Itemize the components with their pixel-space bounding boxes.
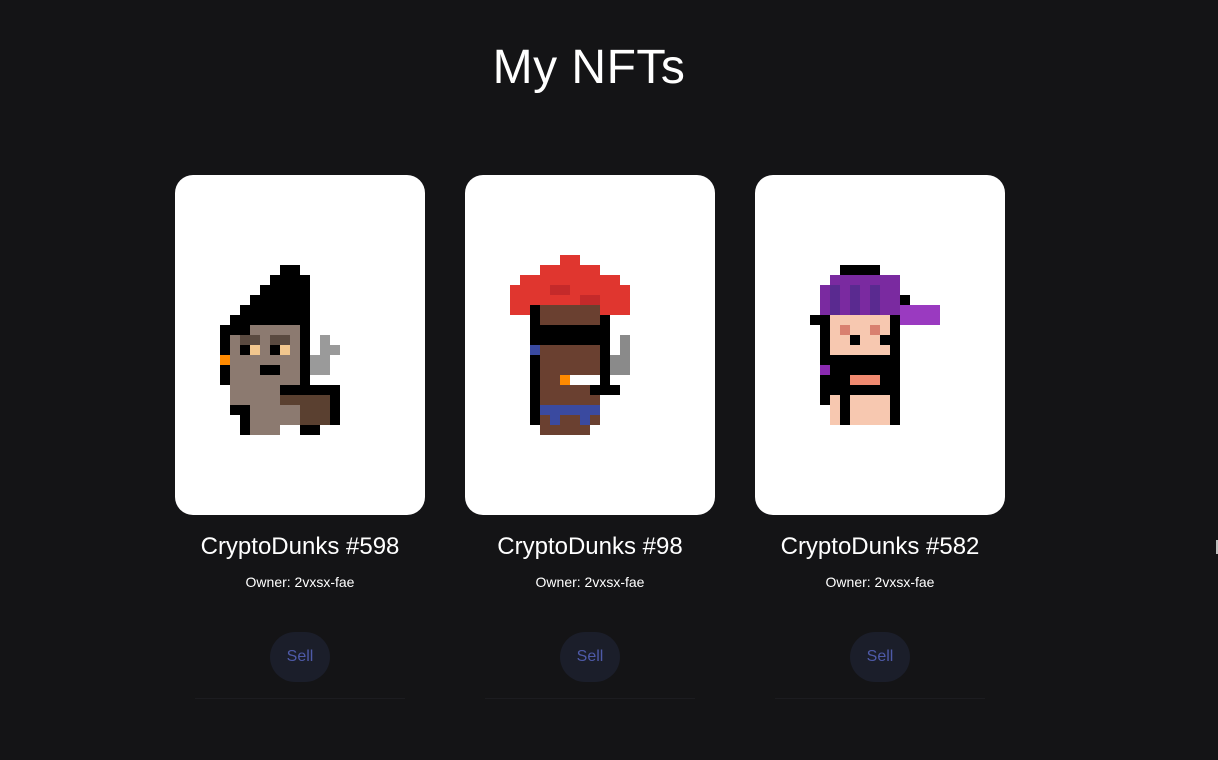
pixel-punk-red-hair-icon: [510, 255, 630, 435]
sell-button[interactable]: Sell: [560, 632, 620, 682]
nft-name: CryptoDunks #582: [780, 533, 980, 560]
pixel-punk-pipe-icon: [220, 265, 340, 435]
nft-owner: Owner: 2vxsx-fae: [245, 574, 355, 590]
divider: [485, 698, 695, 699]
nft-card: CryptoDunks #582 Owner: 2vxsx-fae Sell: [755, 175, 1005, 699]
nft-image[interactable]: [465, 175, 715, 515]
nft-image[interactable]: [755, 175, 1005, 515]
sell-button[interactable]: Sell: [270, 632, 330, 682]
nft-owner: Owner: 2vxsx-fae: [825, 574, 935, 590]
pixel-punk-cap-icon: [810, 265, 940, 425]
nft-card: CryptoDunks #98 Owner: 2vxsx-fae Sell: [465, 175, 715, 699]
nft-owner: Owner: 2vxsx-fae: [535, 574, 645, 590]
nft-name: CryptoDunks #598: [200, 533, 400, 560]
page-title: My NFTs: [492, 41, 686, 94]
sell-button[interactable]: Sell: [850, 632, 910, 682]
divider: [775, 698, 985, 699]
divider: [195, 698, 405, 699]
nft-card: CryptoDunks #598 Owner: 2vxsx-fae Sell: [175, 175, 425, 699]
nft-grid: CryptoDunks #598 Owner: 2vxsx-fae Sell C…: [175, 175, 1005, 699]
nft-image[interactable]: [175, 175, 425, 515]
nft-name: CryptoDunks #98: [497, 533, 683, 560]
